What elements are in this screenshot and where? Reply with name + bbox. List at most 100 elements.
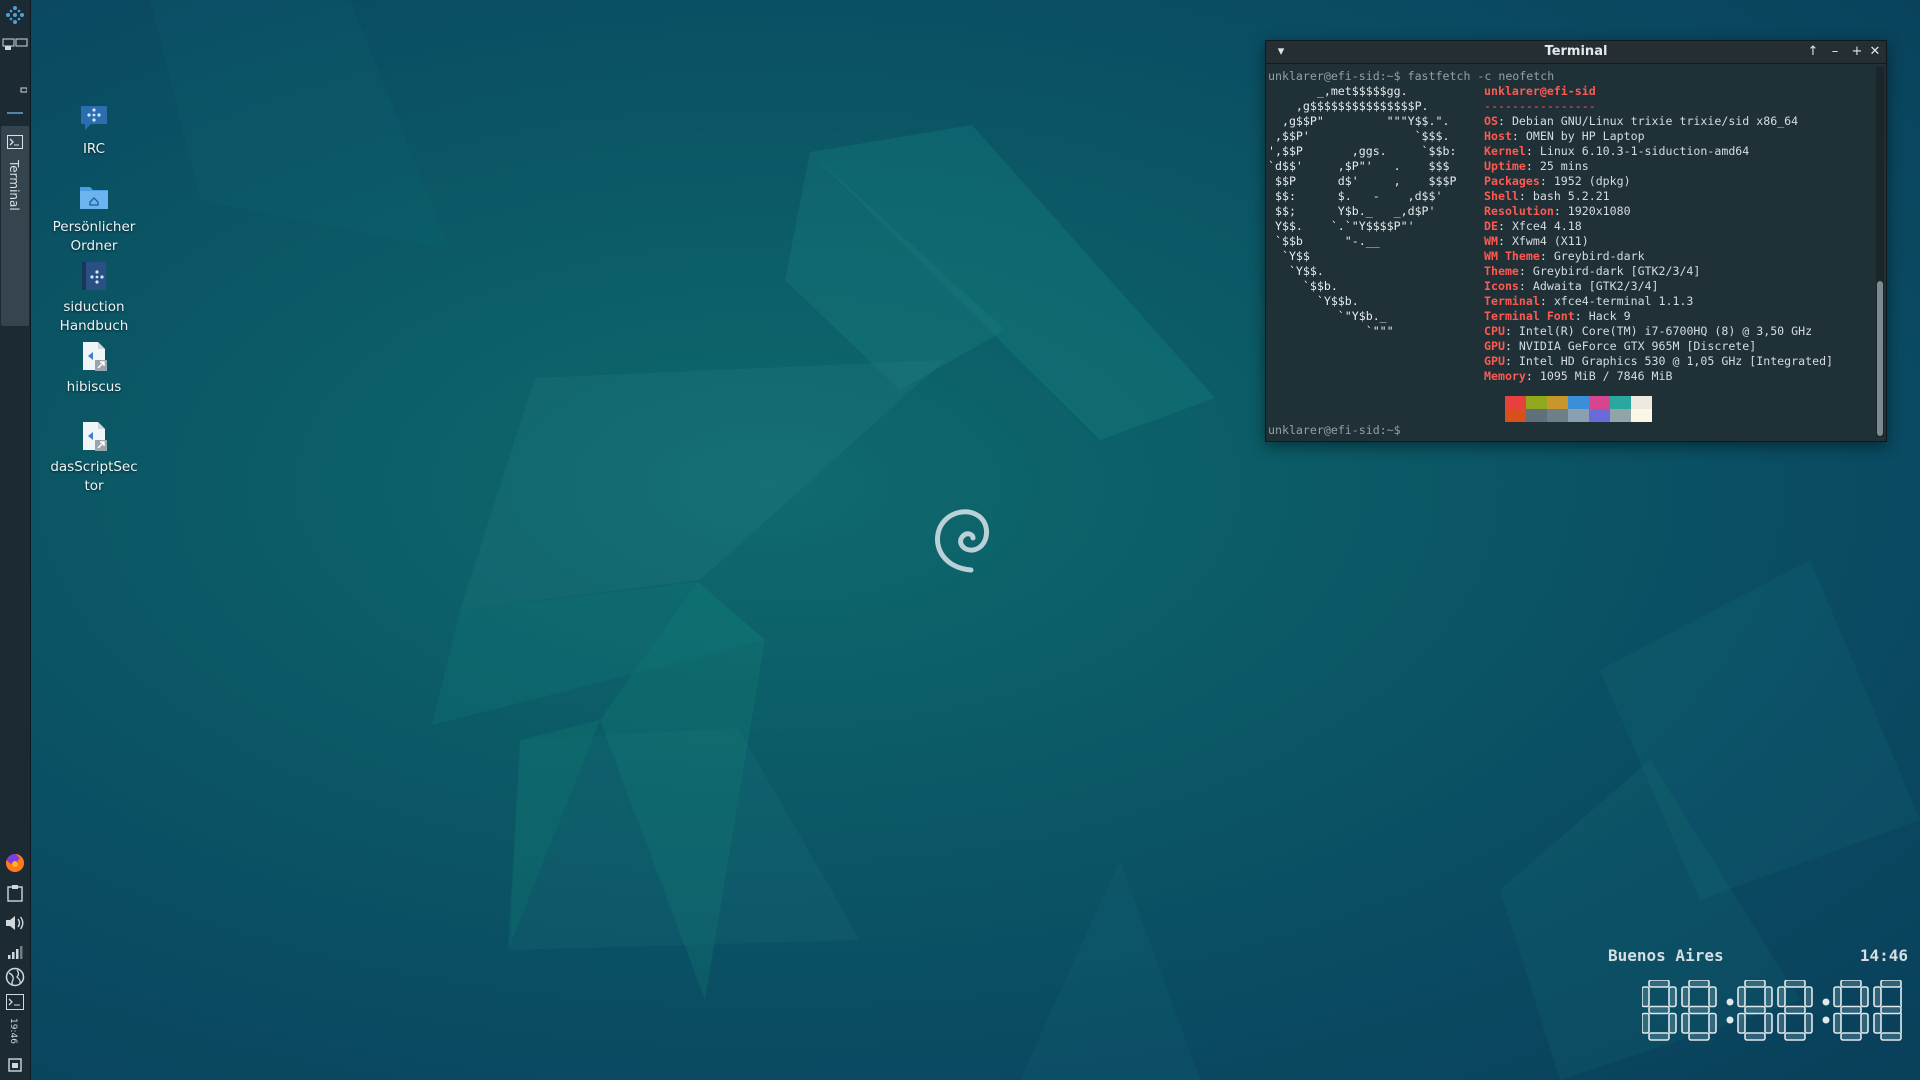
firefox-icon[interactable] [0, 852, 30, 874]
clock-segment [1900, 1012, 1902, 1034]
info-separator: ---------------- [1484, 99, 1596, 113]
clock-segment [1744, 1032, 1766, 1041]
palette-swatch [1610, 396, 1631, 409]
clock-segment [1777, 1012, 1786, 1034]
taskbar-terminal-button[interactable]: Terminal [1, 126, 29, 326]
desktop-icon-siduction-handbuch[interactable]: siduction Handbuch [39, 258, 149, 336]
palette-swatch [1526, 396, 1547, 409]
desktop-icon-home-folder[interactable]: Persönlicher Ordner [39, 178, 149, 256]
palette-swatch [1568, 396, 1589, 409]
info-row: WM: Xfwm4 (X11) [1484, 234, 1589, 248]
debian-ascii-logo: _,met$$$$$gg. ,g$$$$$$$$$$$$$$$P. ,g$$P"… [1268, 84, 1457, 338]
info-row: OS: Debian GNU/Linux trixie trixie/sid x… [1484, 114, 1799, 128]
clock-segment [1880, 980, 1902, 988]
info-row: Terminal Font: Hack 9 [1484, 309, 1631, 323]
clock-segment [1648, 1032, 1670, 1041]
palette-swatch [1505, 396, 1526, 409]
info-value: Intel HD Graphics 530 @ 1,05 GHz [Integr… [1518, 354, 1834, 368]
palette-swatch [1484, 396, 1505, 409]
terminal-scroll-thumb[interactable] [1877, 281, 1883, 436]
clock-segment [1708, 986, 1717, 1008]
info-row: GPU: Intel HD Graphics 530 @ 1,05 GHz [I… [1484, 354, 1834, 368]
clock-city: Buenos Aires [1608, 946, 1724, 965]
clock-segment [1668, 986, 1677, 1008]
info-value: Hack 9 [1588, 309, 1631, 323]
info-key: GPU [1484, 354, 1505, 368]
terminal-titlebar[interactable]: ▾ Terminal ↑ – + ✕ [1266, 41, 1886, 64]
clock-segment [1777, 986, 1786, 1008]
info-row: Terminal: xfce4-terminal 1.1.3 [1484, 294, 1694, 308]
desktop-icon-hibiscus[interactable]: hibiscus [39, 338, 149, 397]
workspace-switcher-icon[interactable] [0, 34, 30, 54]
clock-colon [1822, 1016, 1830, 1024]
terminal-window[interactable]: ▾ Terminal ↑ – + ✕ unklarer@efi-sid:~$ f… [1265, 40, 1887, 442]
volume-icon[interactable] [0, 912, 30, 934]
irc-icon [76, 100, 112, 136]
info-value: Xfce4 4.18 [1511, 219, 1582, 233]
info-row: Host: OMEN by HP Laptop [1484, 129, 1645, 143]
info-row: Icons: Adwaita [GTK2/3/4] [1484, 279, 1659, 293]
palette-swatch [1589, 409, 1610, 422]
info-value: NVIDIA GeForce GTX 965M [Discrete] [1518, 339, 1757, 353]
taskbar-terminal-label: Terminal [7, 160, 21, 211]
desktop-icon-label: dasScriptSec tor [50, 459, 138, 494]
clock-segment [1833, 1012, 1842, 1034]
close-button[interactable]: ✕ [1866, 43, 1884, 61]
shell-prompt: unklarer@efi-sid:~$ [1268, 423, 1401, 437]
info-key: Resolution [1484, 204, 1554, 218]
clock-segment [1737, 986, 1746, 1008]
clock-segment [1764, 986, 1773, 1008]
info-key: Theme [1484, 264, 1519, 278]
user-host: unklarer@efi-sid [1484, 84, 1596, 98]
info-row: Theme: Greybird-dark [GTK2/3/4] [1484, 264, 1701, 278]
info-key: Kernel [1484, 144, 1526, 158]
desktop-icon-label: hibiscus [66, 379, 122, 395]
info-row: Packages: 1952 (dpkg) [1484, 174, 1631, 188]
desktop-icon-dasscriptsector[interactable]: dasScriptSec tor [39, 418, 149, 496]
clock-colon [1726, 998, 1734, 1006]
clock-segment [1873, 986, 1882, 1008]
clock-segment [1688, 980, 1710, 988]
folder-home-icon [76, 178, 112, 214]
desktop-icon-irc[interactable]: IRC [39, 100, 149, 159]
info-value: Debian GNU/Linux trixie trixie/sid x86_6… [1511, 114, 1799, 128]
info-key: Packages [1484, 174, 1540, 188]
clock-segment [1840, 1032, 1862, 1041]
clock-time: 14:46 [1859, 946, 1908, 965]
terminal-launcher-icon[interactable] [0, 992, 30, 1012]
info-value: 1095 MiB / 7846 MiB [1539, 369, 1673, 383]
clock-segment [1708, 1012, 1717, 1034]
clock-segment [1642, 986, 1650, 1008]
app-menu-icon[interactable] [0, 2, 30, 28]
panel-clock[interactable]: 19:46 [8, 1018, 18, 1044]
clipboard-icon[interactable] [0, 882, 30, 904]
clock-colon [1822, 998, 1830, 1006]
clock-segment [1860, 1012, 1869, 1034]
clock-segment [1642, 1012, 1650, 1034]
script-link-icon [76, 418, 112, 454]
terminal-output[interactable]: unklarer@efi-sid:~$ fastfetch -c neofetc… [1266, 64, 1872, 441]
info-value: 1952 (dpkg) [1553, 174, 1631, 188]
info-key: WM [1484, 234, 1498, 248]
raise-button[interactable]: ↑ [1804, 43, 1822, 61]
minimize-button[interactable]: – [1826, 43, 1844, 61]
clock-segment [1737, 1012, 1746, 1034]
system-info: unklarer@efi-sid ---------------- OS: De… [1484, 84, 1833, 384]
power-icon[interactable] [0, 1056, 30, 1074]
network-signal-icon[interactable] [0, 942, 30, 962]
info-row: WM Theme: Greybird-dark [1484, 249, 1645, 263]
clock-segment [1860, 986, 1869, 1008]
palette-swatch [1610, 409, 1631, 422]
info-row: GPU: NVIDIA GeForce GTX 965M [Discrete] [1484, 339, 1757, 353]
desktop-icon-label: siduction Handbuch [59, 299, 129, 334]
clock-colon [1726, 1016, 1734, 1024]
debian-swirl-logo [935, 509, 990, 573]
palette-swatch [1589, 396, 1610, 409]
info-value: Xfwm4 (X11) [1511, 234, 1589, 248]
maximize-button[interactable]: + [1848, 43, 1866, 61]
clock-segment [1681, 1012, 1690, 1034]
clock-segment [1804, 1012, 1813, 1034]
language-globe-icon[interactable] [0, 966, 30, 988]
command-line: unklarer@efi-sid:~$ fastfetch -c neofetc… [1268, 69, 1555, 83]
info-value: Linux 6.10.3-1-siduction-amd64 [1539, 144, 1750, 158]
